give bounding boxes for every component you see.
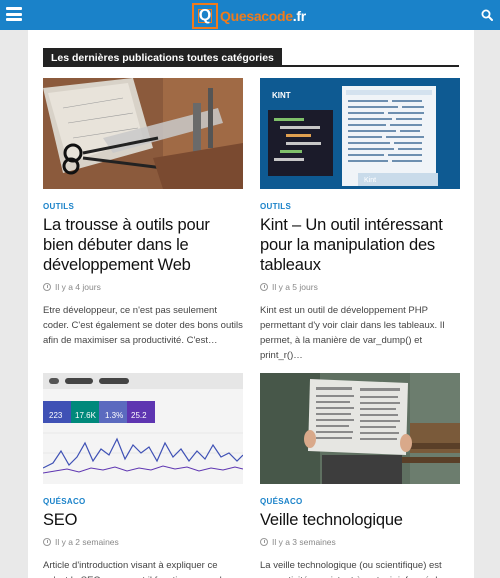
thumbnail-stat-1: 223 (49, 411, 63, 420)
clock-icon (43, 538, 51, 546)
main-content: Les dernières publications toutes catégo… (28, 30, 474, 578)
search-icon[interactable] (481, 9, 493, 21)
post-excerpt: Kint est un outil de développement PHP p… (260, 305, 445, 361)
post-meta: Il y a 5 jours (260, 282, 460, 292)
post-category[interactable]: QUÉSACO (43, 497, 243, 506)
top-bar: Q Quesacode.fr (0, 0, 500, 30)
thumbnail-stat-4: 25.2 (131, 411, 147, 420)
post-thumbnail-kint[interactable]: KINT Kint (260, 78, 460, 189)
post-title[interactable]: La trousse à outils pour bien débuter da… (43, 215, 243, 275)
thumbnail-heading: KINT (272, 91, 291, 100)
post-excerpt: Article d'introduction visant à explique… (43, 560, 222, 578)
post-thumbnail-seo[interactable]: 223 17.6K 1.3% 25.2 (43, 373, 243, 484)
post-thumbnail-tools[interactable] (43, 78, 243, 189)
section-header: Les dernières publications toutes catégo… (43, 48, 459, 67)
thumbnail-badge: Kint (364, 177, 376, 184)
post-date: Il y a 4 jours (55, 282, 101, 292)
post-title[interactable]: Veille technologique (260, 510, 460, 530)
post-title[interactable]: SEO (43, 510, 243, 530)
post-date: Il y a 3 semaines (272, 537, 336, 547)
post-date: Il y a 5 jours (272, 282, 318, 292)
site-logo[interactable]: Q Quesacode.fr (192, 3, 306, 29)
thumbnail-stat-3: 1.3% (105, 411, 123, 420)
post-meta: Il y a 4 jours (43, 282, 243, 292)
thumbnail-stat-2: 17.6K (75, 411, 97, 420)
post-card: 223 17.6K 1.3% 25.2 QUÉSACO SEO Il y a 2… (43, 373, 243, 578)
post-meta: Il y a 2 semaines (43, 537, 243, 547)
post-title[interactable]: Kint – Un outil intéressant pour la mani… (260, 215, 460, 275)
post-card: QUÉSACO Veille technologique Il y a 3 se… (260, 373, 460, 578)
post-category[interactable]: QUÉSACO (260, 497, 460, 506)
logo-mark: Q (192, 3, 218, 29)
hamburger-menu-icon[interactable] (6, 7, 22, 21)
post-meta: Il y a 3 semaines (260, 537, 460, 547)
clock-icon (260, 283, 268, 291)
clock-icon (43, 283, 51, 291)
post-category[interactable]: OUTILS (260, 202, 460, 211)
logo-text: Quesacode.fr (220, 8, 306, 24)
post-category[interactable]: OUTILS (43, 202, 243, 211)
section-title: Les dernières publications toutes catégo… (43, 48, 282, 67)
post-thumbnail-newspaper[interactable] (260, 373, 460, 484)
post-date: Il y a 2 semaines (55, 537, 119, 547)
post-excerpt: La veille technologique (ou scientifique… (260, 560, 447, 578)
post-card: KINT Kint OUTILS Kint – Un outil intéres… (260, 78, 460, 363)
post-excerpt: Etre développeur, ce n'est pas seulement… (43, 305, 243, 346)
clock-icon (260, 538, 268, 546)
post-card: OUTILS La trousse à outils pour bien déb… (43, 78, 243, 348)
